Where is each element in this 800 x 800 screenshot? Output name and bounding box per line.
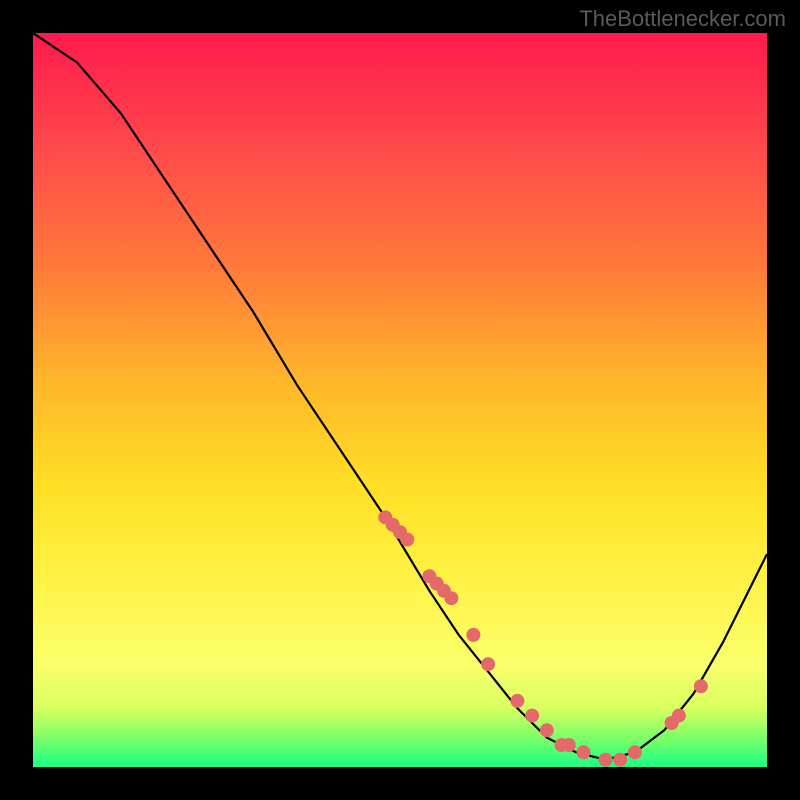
watermark-text: TheBottlenecker.com	[579, 6, 786, 32]
scatter-point	[525, 709, 539, 723]
scatter-point	[613, 753, 627, 767]
scatter-point	[672, 709, 686, 723]
scatter-point	[628, 745, 642, 759]
scatter-point	[694, 679, 708, 693]
scatter-point	[481, 657, 495, 671]
scatter-point	[540, 723, 554, 737]
scatter-point	[577, 745, 591, 759]
scatter-point	[510, 694, 524, 708]
scatter-point	[400, 533, 414, 547]
scatter-points	[378, 510, 708, 766]
chart-plot-area	[33, 33, 767, 767]
chart-svg	[33, 33, 767, 767]
curve-line	[33, 33, 767, 760]
scatter-point	[466, 628, 480, 642]
scatter-point	[562, 738, 576, 752]
scatter-point	[599, 753, 613, 767]
scatter-point	[444, 591, 458, 605]
